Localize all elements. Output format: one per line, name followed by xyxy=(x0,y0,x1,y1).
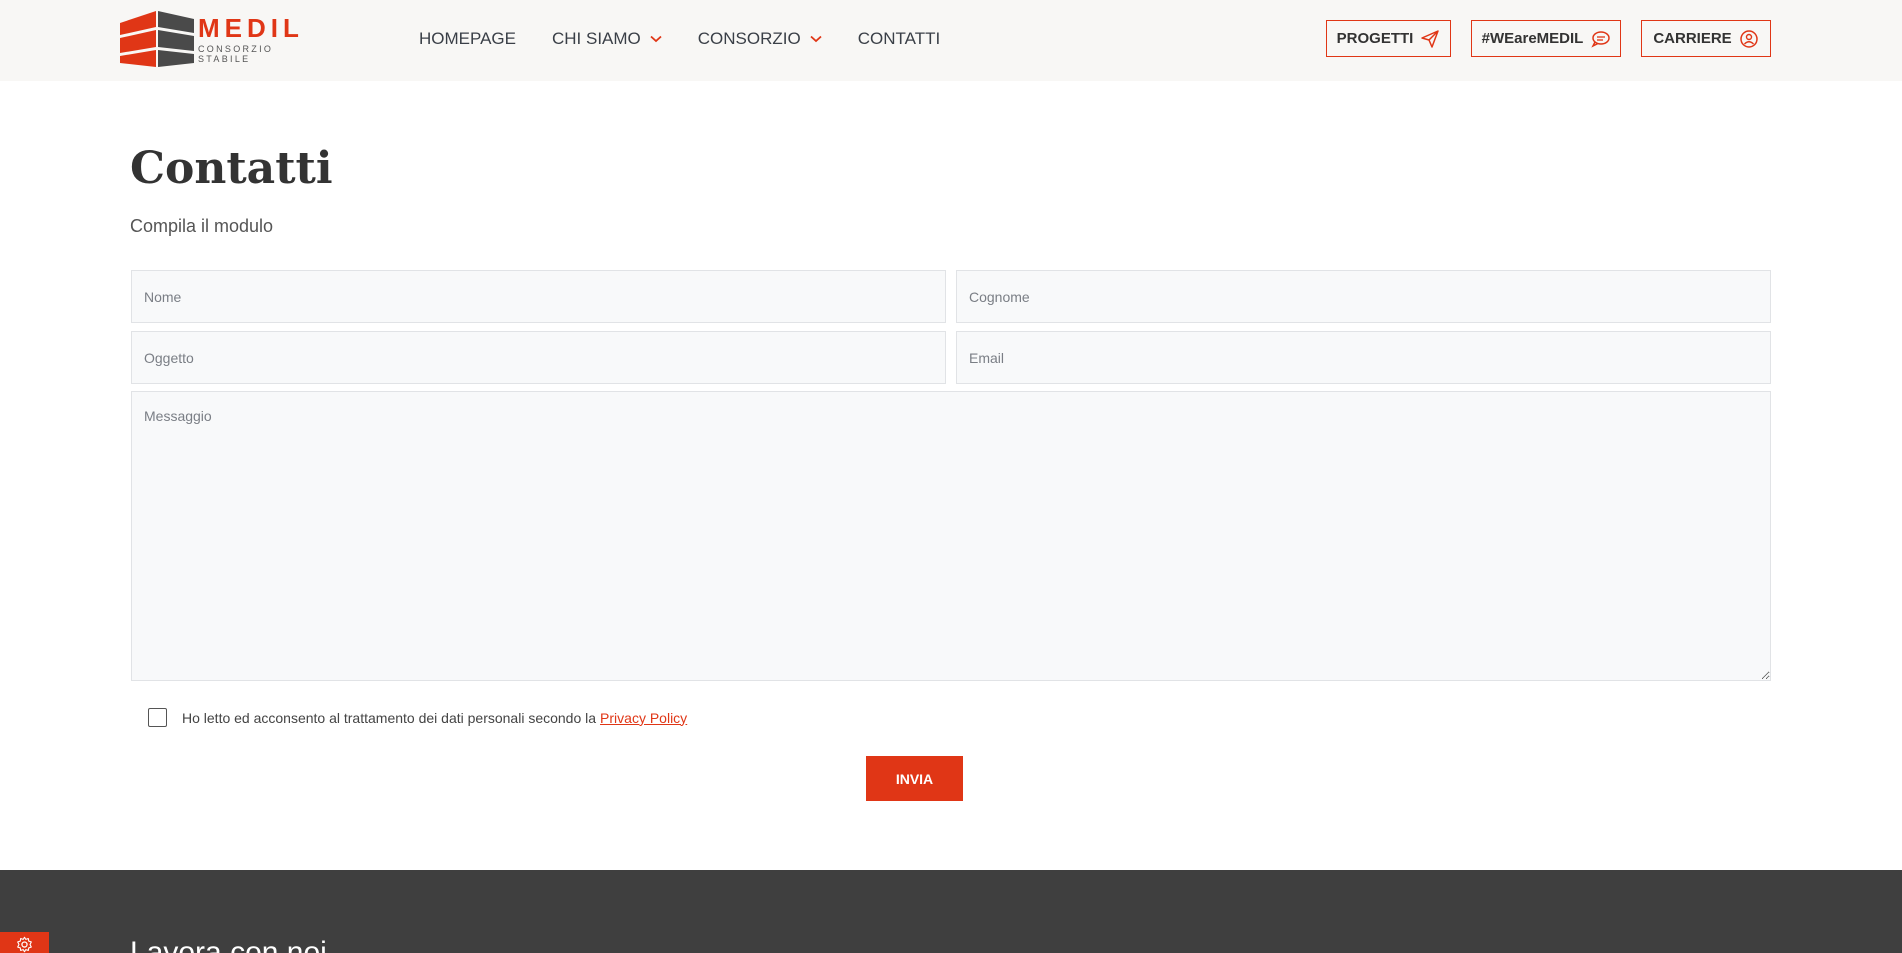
nav-item-label: HOMEPAGE xyxy=(419,28,516,48)
nav-item-label: CHI SIAMO xyxy=(551,28,641,48)
oggetto-field[interactable] xyxy=(131,331,946,384)
nav-item-homepage[interactable]: HOMEPAGE xyxy=(419,29,516,49)
site-header: MEDIL CONSORZIO STABILE HOMEPAGE CHI SIA… xyxy=(0,0,1902,81)
privacy-policy-link[interactable]: Privacy Policy xyxy=(600,710,687,726)
lavora-con-noi-link[interactable]: Lavora con noi → xyxy=(130,936,383,953)
nav-item-chi-siamo[interactable]: CHI SIAMO xyxy=(552,29,662,49)
page-subtitle: Compila il modulo xyxy=(130,216,274,236)
footer-heading-label: Lavora con noi xyxy=(130,936,327,953)
chevron-down-icon xyxy=(650,35,662,42)
site-footer: Lavora con noi → xyxy=(0,870,1902,953)
page-title: Contatti xyxy=(130,143,333,194)
brand-name: MEDIL xyxy=(198,13,304,43)
paper-plane-icon xyxy=(1421,29,1440,48)
consent-checkbox[interactable] xyxy=(148,708,167,727)
wearemedil-button[interactable]: #WEareMEDIL xyxy=(1471,20,1621,57)
carriere-button[interactable]: CARRIERE xyxy=(1641,20,1771,57)
logo-mark-icon xyxy=(120,11,194,67)
nav-item-consorzio[interactable]: CONSORZIO xyxy=(698,29,822,49)
gear-icon xyxy=(17,936,32,953)
arrow-right-icon: → xyxy=(356,937,383,953)
chat-bubbles-icon xyxy=(1591,30,1611,48)
nav-item-label: CONTATTI xyxy=(857,28,941,48)
nome-field[interactable] xyxy=(131,270,946,323)
submit-button[interactable]: INVIA xyxy=(866,756,963,801)
privacy-consent: Ho letto ed acconsento al trattamento de… xyxy=(148,708,687,727)
brand-tagline: CONSORZIO STABILE xyxy=(198,44,274,64)
email-field[interactable] xyxy=(956,331,1771,384)
progetti-button-label: PROGETTI xyxy=(1336,30,1414,47)
messaggio-field[interactable] xyxy=(131,391,1771,681)
user-badge-icon xyxy=(1739,29,1758,48)
nav-item-label: CONSORZIO xyxy=(697,28,801,48)
brand-logo[interactable]: MEDIL CONSORZIO STABILE xyxy=(120,9,330,69)
progetti-button[interactable]: PROGETTI xyxy=(1326,20,1451,57)
nav-item-contatti[interactable]: CONTATTI xyxy=(858,29,940,49)
cognome-field[interactable] xyxy=(956,270,1771,323)
wearemedil-button-label: #WEareMEDIL xyxy=(1481,30,1584,47)
main-nav: HOMEPAGE CHI SIAMO CONSORZIO CONTATTI xyxy=(419,0,976,77)
consent-text: Ho letto ed acconsento al trattamento de… xyxy=(182,709,597,726)
cookie-settings-button[interactable] xyxy=(0,932,49,953)
carriere-button-label: CARRIERE xyxy=(1653,30,1732,47)
chevron-down-icon xyxy=(810,35,822,42)
